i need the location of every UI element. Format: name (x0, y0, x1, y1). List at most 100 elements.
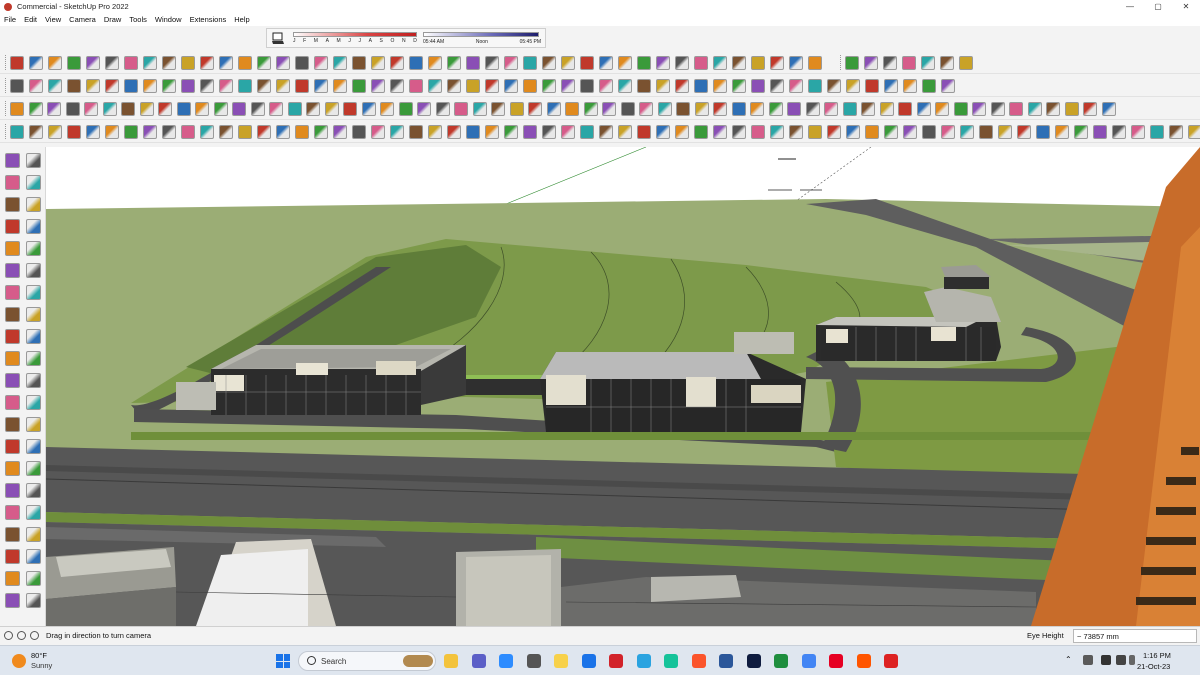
menu-file[interactable]: File (4, 15, 16, 24)
standard-tool-icon[interactable] (276, 56, 290, 70)
extension-tool-icon[interactable] (390, 125, 404, 139)
extension-tool-icon[interactable] (599, 125, 613, 139)
drawing-tool-icon[interactable] (26, 241, 41, 256)
large-toolset-tool-icon[interactable] (409, 79, 423, 93)
sandbox-tool-icon[interactable] (398, 102, 413, 116)
sandbox-tool-icon[interactable] (1009, 102, 1023, 116)
standard-tool-icon[interactable] (181, 56, 195, 70)
standard-tool-icon[interactable] (713, 56, 727, 70)
extension-tool-icon[interactable] (276, 125, 290, 139)
extension-tool-icon[interactable] (922, 125, 936, 139)
large-toolset-tool-icon[interactable] (428, 79, 442, 93)
extension-tool-icon[interactable] (1036, 125, 1050, 139)
menu-camera[interactable]: Camera (69, 15, 96, 24)
views-tool-icon[interactable] (864, 56, 878, 70)
file-explorer-icon[interactable] (444, 654, 458, 668)
large-toolset-tool-icon[interactable] (903, 79, 917, 93)
large-toolset-tool-icon[interactable] (295, 79, 309, 93)
sandbox-tool-icon[interactable] (139, 102, 154, 116)
standard-tool-icon[interactable] (143, 56, 157, 70)
large-toolset-tool-icon[interactable] (485, 79, 499, 93)
time-slider[interactable] (423, 32, 539, 37)
extension-tool-icon[interactable] (504, 125, 518, 139)
standard-tool-icon[interactable] (485, 56, 499, 70)
menu-edit[interactable]: Edit (24, 15, 37, 24)
sandbox-tool-icon[interactable] (731, 102, 746, 116)
extension-tool-icon[interactable] (181, 125, 195, 139)
extension-tool-icon[interactable] (903, 125, 917, 139)
measurements-input[interactable]: ~ 73857 mm (1073, 629, 1197, 643)
sandbox-tool-icon[interactable] (1027, 102, 1042, 116)
extension-tool-icon[interactable] (1169, 125, 1183, 139)
menu-draw[interactable]: Draw (104, 15, 122, 24)
chrome-icon[interactable] (801, 654, 816, 668)
sandbox-tool-icon[interactable] (805, 102, 820, 116)
sandbox-tool-icon[interactable] (121, 102, 135, 116)
sandbox-tool-icon[interactable] (65, 102, 80, 116)
large-toolset-tool-icon[interactable] (10, 79, 24, 93)
extension-tool-icon[interactable] (770, 125, 784, 139)
sketchup-icon[interactable] (884, 654, 898, 668)
sandbox-tool-icon[interactable] (879, 102, 894, 116)
sandbox-tool-icon[interactable] (1101, 102, 1116, 116)
wifi-icon[interactable] (1101, 655, 1111, 665)
drawing-tool-icon[interactable] (5, 307, 20, 322)
large-toolset-tool-icon[interactable] (143, 79, 157, 93)
drawing-tool-icon[interactable] (26, 483, 41, 498)
standard-tool-icon[interactable] (751, 56, 765, 70)
sandbox-tool-icon[interactable] (953, 102, 968, 116)
extension-tool-icon[interactable] (67, 125, 81, 139)
large-toolset-tool-icon[interactable] (713, 79, 727, 93)
large-toolset-tool-icon[interactable] (865, 79, 879, 93)
sandbox-tool-icon[interactable] (250, 102, 265, 116)
extension-tool-icon[interactable] (485, 125, 499, 139)
large-toolset-tool-icon[interactable] (124, 79, 138, 93)
zoom-icon[interactable] (499, 654, 513, 668)
sandbox-tool-icon[interactable] (343, 102, 357, 116)
drawing-tool-icon[interactable] (5, 505, 20, 520)
sandbox-tool-icon[interactable] (898, 102, 912, 116)
extension-tool-icon[interactable] (1188, 125, 1200, 139)
minimize-button[interactable]: — (1116, 0, 1144, 13)
large-toolset-tool-icon[interactable] (523, 79, 537, 93)
standard-tool-icon[interactable] (314, 56, 328, 70)
drawing-tool-icon[interactable] (5, 417, 20, 432)
standard-tool-icon[interactable] (67, 56, 81, 70)
date-slider[interactable] (293, 32, 417, 37)
drawing-tool-icon[interactable] (5, 351, 20, 366)
large-toolset-tool-icon[interactable] (618, 79, 632, 93)
extension-tool-icon[interactable] (1055, 125, 1069, 139)
sandbox-tool-icon[interactable] (176, 102, 191, 116)
start-button[interactable] (276, 654, 290, 668)
sandbox-tool-icon[interactable] (213, 102, 228, 116)
drawing-tool-icon[interactable] (5, 571, 20, 586)
extension-tool-icon[interactable] (1112, 125, 1126, 139)
drawing-tool-icon[interactable] (5, 549, 20, 564)
drawing-tool-icon[interactable] (26, 263, 41, 278)
menu-view[interactable]: View (45, 15, 61, 24)
sticky-notes-icon[interactable] (554, 654, 568, 668)
sandbox-tool-icon[interactable] (84, 102, 98, 116)
standard-tool-icon[interactable] (523, 56, 537, 70)
extension-tool-icon[interactable] (694, 125, 708, 139)
sandbox-tool-icon[interactable] (1064, 102, 1079, 116)
brave-icon[interactable] (691, 654, 706, 668)
standard-tool-icon[interactable] (219, 56, 233, 70)
google-drive-icon[interactable] (774, 654, 788, 668)
sandbox-tool-icon[interactable] (842, 102, 857, 116)
sandbox-tool-icon[interactable] (768, 102, 783, 116)
sandbox-tool-icon[interactable] (306, 102, 320, 116)
drawing-tool-icon[interactable] (26, 373, 41, 388)
extension-tool-icon[interactable] (998, 125, 1012, 139)
sandbox-tool-icon[interactable] (509, 102, 524, 116)
drawing-tool-icon[interactable] (5, 483, 20, 498)
extension-tool-icon[interactable] (827, 125, 841, 139)
extension-tool-icon[interactable] (200, 125, 214, 139)
menu-tools[interactable]: Tools (129, 15, 147, 24)
sandbox-tool-icon[interactable] (491, 102, 505, 116)
sandbox-tool-icon[interactable] (824, 102, 838, 116)
large-toolset-tool-icon[interactable] (827, 79, 841, 93)
standard-tool-icon[interactable] (352, 56, 366, 70)
extension-tool-icon[interactable] (352, 125, 366, 139)
extension-tool-icon[interactable] (257, 125, 271, 139)
